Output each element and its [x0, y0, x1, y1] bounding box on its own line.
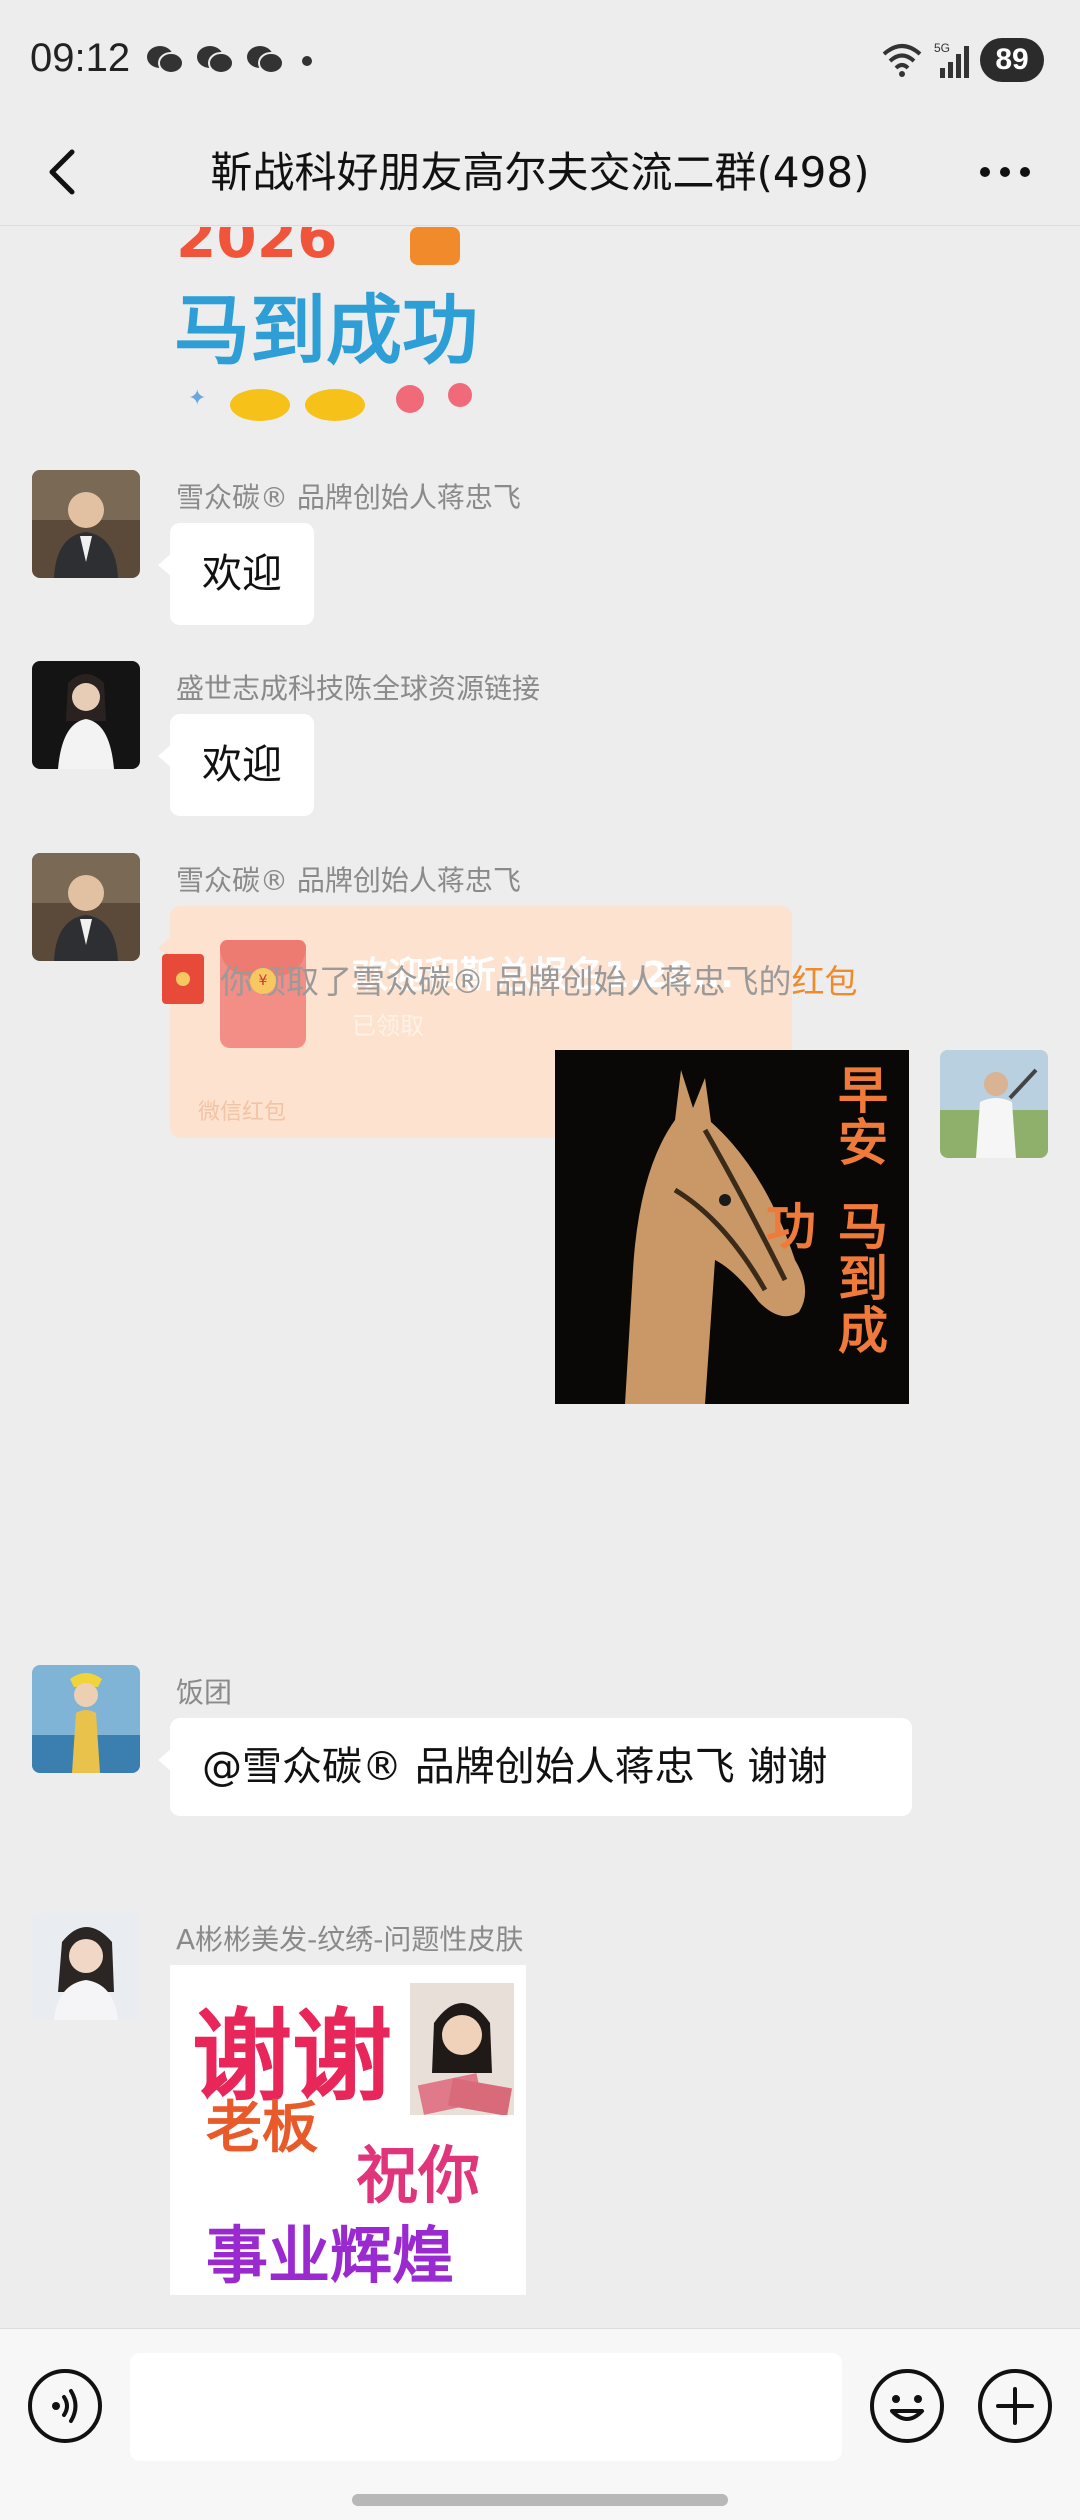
message-bubble[interactable]: @雪众碳® 品牌创始人蒋忠飞 谢谢: [158, 1718, 912, 1816]
system-notice-text: 你领取了雪众碳® 品牌创始人蒋忠飞的: [220, 962, 792, 1001]
image-caption-morning: 早安: [830, 1064, 888, 1168]
sticker-text-year: 2026: [176, 227, 337, 271]
chat-header: 靳战科好朋友高尔夫交流二群(498): [0, 120, 1080, 226]
wechat-icon: [197, 46, 234, 74]
sender-name: A彬彬美发-纹绣-问题性皮肤: [176, 1923, 524, 1956]
message-bubble[interactable]: 欢迎: [158, 714, 314, 816]
svg-text:✦: ✦: [188, 386, 206, 411]
message-list[interactable]: 2026 马到成功 ✦ 雪众碳® 品牌创始人蒋忠飞 欢迎 盛世志成科技陈全球资源…: [0, 227, 1080, 2327]
avatar[interactable]: [32, 470, 140, 578]
horse-image[interactable]: 早安 马到成功: [555, 1050, 909, 1404]
red-packet-footer: 微信红包: [198, 1100, 287, 1125]
home-indicator[interactable]: [352, 2494, 728, 2506]
wechat-icon: [247, 46, 284, 74]
sender-name: 雪众碳® 品牌创始人蒋忠飞: [176, 864, 521, 897]
sticker-text-phrase: 马到成功: [174, 286, 478, 375]
cellular-signal-icon: 5G: [934, 41, 969, 78]
red-packet-link[interactable]: 红包: [792, 955, 858, 1003]
battery-indicator: 89: [980, 38, 1044, 82]
more-options-icon[interactable]: [975, 150, 1035, 194]
emoji-icon[interactable]: [870, 2369, 944, 2443]
thanks-sticker-image[interactable]: 谢谢 老板 祝你 事业辉煌: [170, 1965, 526, 2295]
sticker-text-boss: 老板: [206, 2096, 318, 2161]
input-bar: [0, 2328, 1080, 2520]
sticker-image[interactable]: 2026 马到成功 ✦: [170, 227, 500, 427]
chat-title: 靳战科好朋友高尔夫交流二群(498): [210, 148, 870, 197]
status-time: 09:12: [30, 36, 131, 80]
more-notifications-dot: [302, 56, 312, 66]
image-caption-phrase: 马到成功: [758, 1200, 888, 1356]
avatar[interactable]: [32, 1665, 140, 1773]
message-bubble[interactable]: 欢迎: [158, 523, 314, 625]
avatar[interactable]: [32, 1912, 140, 2020]
sticker-text-career: 事业辉煌: [206, 2219, 455, 2292]
status-bar: 09:12 5G 89: [0, 0, 1080, 120]
sender-name: 盛世志成科技陈全球资源链接: [176, 672, 541, 705]
sticker-person-photo: [410, 1983, 514, 2115]
back-arrow-icon[interactable]: [36, 142, 96, 202]
plus-icon[interactable]: [978, 2369, 1052, 2443]
sticker-text-wish: 祝你: [356, 2139, 481, 2212]
message-input[interactable]: [130, 2353, 842, 2461]
self-avatar[interactable]: [940, 1050, 1048, 1158]
sender-name: 饭团: [176, 1676, 233, 1709]
red-packet-status: 已领取: [352, 1012, 424, 1040]
avatar[interactable]: [32, 853, 140, 961]
red-packet-small-icon: [162, 954, 204, 1004]
wifi-icon: [882, 44, 922, 77]
sender-name: 雪众碳® 品牌创始人蒋忠飞: [176, 481, 521, 514]
voice-icon[interactable]: [28, 2369, 102, 2443]
wechat-icon: [147, 46, 184, 74]
avatar[interactable]: [32, 661, 140, 769]
svg-text:5G: 5G: [934, 41, 950, 55]
